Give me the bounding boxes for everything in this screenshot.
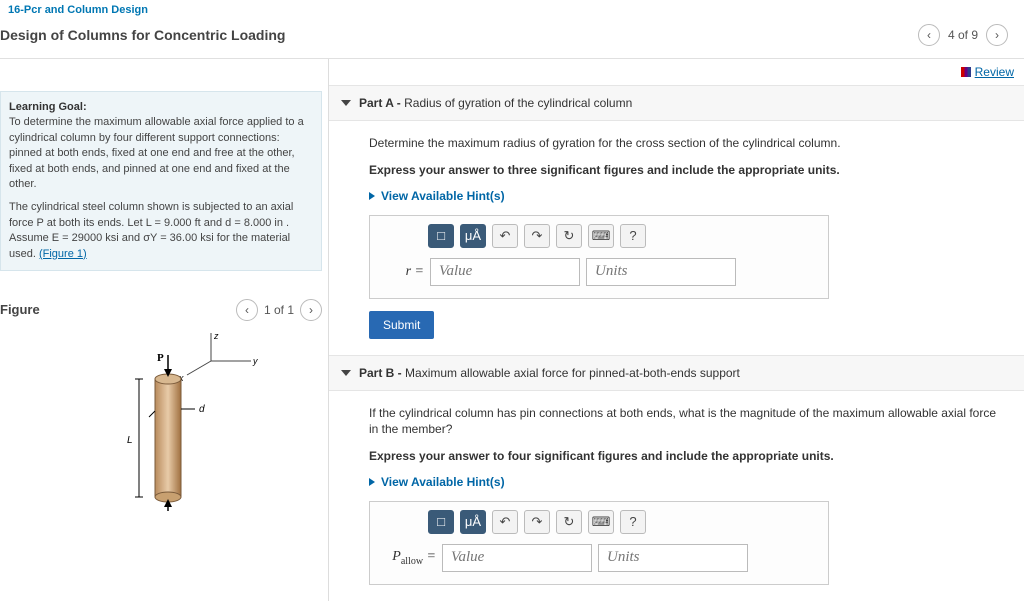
figure-link[interactable]: (Figure 1) <box>39 248 87 260</box>
part-a-body: Determine the maximum radius of gyration… <box>329 121 1024 355</box>
content-panel: Review Part A - Radius of gyration of th… <box>328 59 1024 601</box>
redo-button[interactable]: ↷ <box>524 224 550 248</box>
part-a-variable-label: r = <box>380 264 424 280</box>
part-b-instructions: Express your answer to four significant … <box>369 449 834 463</box>
caret-down-icon <box>341 370 351 376</box>
part-a-label: Part A - <box>359 96 401 110</box>
part-a-question: Determine the maximum radius of gyration… <box>369 135 1004 152</box>
undo-button[interactable]: ↶ <box>492 510 518 534</box>
reset-button[interactable]: ↻ <box>556 510 582 534</box>
svg-text:P: P <box>171 510 178 511</box>
part-b-question: If the cylindrical column has pin connec… <box>369 405 1004 439</box>
learning-goal-heading: Learning Goal: <box>9 101 87 113</box>
part-a-hints-link[interactable]: View Available Hint(s) <box>369 189 505 203</box>
page-pager: ‹ 4 of 9 › <box>918 24 1016 46</box>
part-b-title: Maximum allowable axial force for pinned… <box>405 366 740 380</box>
undo-button[interactable]: ↶ <box>492 224 518 248</box>
part-b-label: Part B - <box>359 366 402 380</box>
pager-text: 4 of 9 <box>948 28 978 42</box>
left-panel: Learning Goal: To determine the maximum … <box>0 59 328 601</box>
part-b-toolbar: □ μÅ ↶ ↷ ↻ ⌨ ? <box>428 510 818 534</box>
figure-pager-text: 1 of 1 <box>264 303 294 317</box>
page-title: Design of Columns for Concentric Loading <box>0 27 285 43</box>
figure-next-button[interactable]: › <box>300 299 322 321</box>
fraction-template-button[interactable]: □ <box>428 224 454 248</box>
keyboard-button[interactable]: ⌨ <box>588 510 614 534</box>
svg-text:y: y <box>252 356 258 366</box>
part-a-toolbar: □ μÅ ↶ ↷ ↻ ⌨ ? <box>428 224 818 248</box>
part-b-answer-box: □ μÅ ↶ ↷ ↻ ⌨ ? Pallow = <box>369 501 829 585</box>
learning-goal-text-1: To determine the maximum allowable axial… <box>9 115 313 192</box>
breadcrumb[interactable]: 16-Pcr and Column Design <box>0 0 1024 20</box>
part-b-value-input[interactable] <box>442 544 592 572</box>
part-a-value-input[interactable] <box>430 258 580 286</box>
part-a-title: Radius of gyration of the cylindrical co… <box>404 96 632 110</box>
special-chars-button[interactable]: μÅ <box>460 224 486 248</box>
part-a-instructions: Express your answer to three significant… <box>369 163 840 177</box>
special-chars-button[interactable]: μÅ <box>460 510 486 534</box>
caret-down-icon <box>341 100 351 106</box>
figure-pager: ‹ 1 of 1 › <box>236 299 322 321</box>
redo-button[interactable]: ↷ <box>524 510 550 534</box>
figure-area: z y x P <box>0 321 322 501</box>
figure-header: Figure ‹ 1 of 1 › <box>0 299 322 321</box>
part-b-hints-link[interactable]: View Available Hint(s) <box>369 475 505 489</box>
svg-text:P: P <box>157 352 164 364</box>
part-a-submit-button[interactable]: Submit <box>369 311 434 339</box>
part-a-header[interactable]: Part A - Radius of gyration of the cylin… <box>329 85 1024 121</box>
svg-text:d: d <box>199 404 205 415</box>
reset-button[interactable]: ↻ <box>556 224 582 248</box>
review-link[interactable]: Review <box>961 65 1014 79</box>
prev-page-button[interactable]: ‹ <box>918 24 940 46</box>
learning-goal-box: Learning Goal: To determine the maximum … <box>0 91 322 271</box>
part-a-units-input[interactable] <box>586 258 736 286</box>
keyboard-button[interactable]: ⌨ <box>588 224 614 248</box>
figure-heading: Figure <box>0 302 40 317</box>
next-page-button[interactable]: › <box>986 24 1008 46</box>
help-button[interactable]: ? <box>620 510 646 534</box>
column-figure-svg: z y x P <box>61 331 261 511</box>
fraction-template-button[interactable]: □ <box>428 510 454 534</box>
part-a-answer-box: □ μÅ ↶ ↷ ↻ ⌨ ? r = <box>369 215 829 299</box>
svg-text:L: L <box>127 435 133 446</box>
part-b-header[interactable]: Part B - Maximum allowable axial force f… <box>329 355 1024 391</box>
figure-prev-button[interactable]: ‹ <box>236 299 258 321</box>
title-bar: Design of Columns for Concentric Loading… <box>0 20 1024 59</box>
svg-text:z: z <box>213 331 219 341</box>
help-button[interactable]: ? <box>620 224 646 248</box>
part-b-body: If the cylindrical column has pin connec… <box>329 391 1024 601</box>
part-b-units-input[interactable] <box>598 544 748 572</box>
part-b-variable-label: Pallow = <box>380 549 436 567</box>
